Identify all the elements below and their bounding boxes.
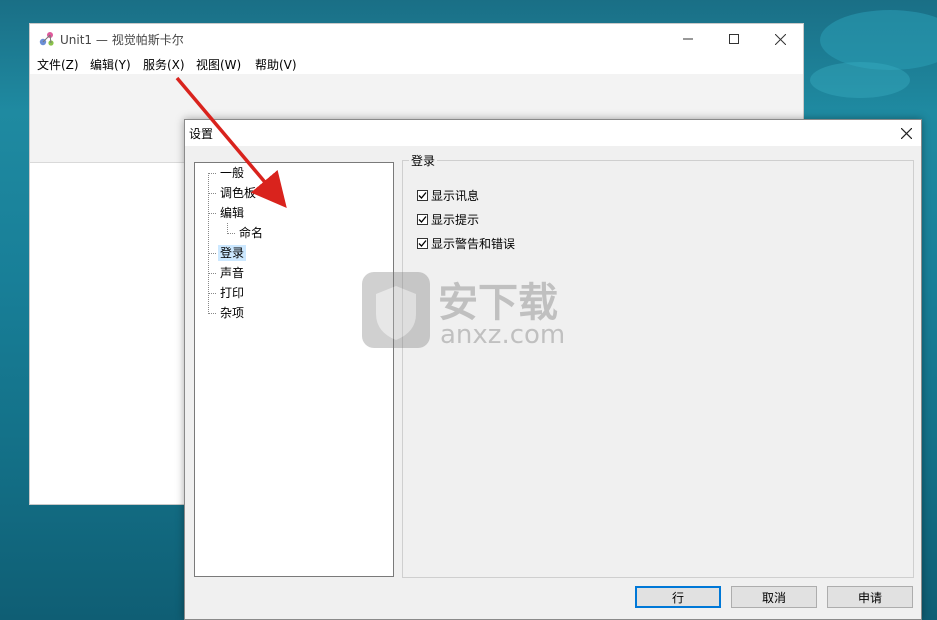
checkbox-box[interactable] <box>417 238 428 249</box>
tree-connector <box>208 173 216 174</box>
close-icon <box>774 33 786 45</box>
settings-dialog: 设置 一般 调色板 编辑 命名 登录 声音 打印 杂项 登录 显示讯息 显示提示… <box>184 119 922 620</box>
tree-item-edit[interactable]: 编辑 <box>218 205 246 221</box>
minimize-icon <box>683 38 693 40</box>
minimize-button[interactable] <box>665 24 711 54</box>
checkbox-label: 显示提示 <box>431 213 480 227</box>
dialog-close-button[interactable] <box>891 120 921 146</box>
checkbox-show-messages[interactable]: 显示讯息 <box>417 187 479 204</box>
tree-connector <box>208 193 216 194</box>
checkbox-show-warnings-errors[interactable]: 显示警告和错误 <box>417 235 515 252</box>
tree-connector <box>208 293 216 294</box>
checkmark-icon <box>418 240 427 247</box>
tree-item-misc[interactable]: 杂项 <box>218 305 246 321</box>
checkmark-icon <box>418 192 427 199</box>
checkbox-show-hints[interactable]: 显示提示 <box>417 211 479 228</box>
checkmark-icon <box>418 216 427 223</box>
settings-tree[interactable]: 一般 调色板 编辑 命名 登录 声音 打印 杂项 <box>194 162 394 577</box>
window-title: Unit1 — 视觉帕斯卡尔 <box>60 33 184 47</box>
tree-item-general[interactable]: 一般 <box>218 165 246 181</box>
tree-connector <box>208 253 216 254</box>
menu-bar: 文件(Z) 编辑(Y) 服务(X) 视图(W) 帮助(V) <box>30 54 803 74</box>
cancel-button[interactable]: 取消 <box>731 586 817 608</box>
tree-item-login[interactable]: 登录 <box>218 245 247 261</box>
tree-item-naming[interactable]: 命名 <box>237 225 265 241</box>
menu-view[interactable]: 视图(W) <box>196 56 241 73</box>
menu-service[interactable]: 服务(X) <box>143 56 185 73</box>
close-icon <box>900 127 912 139</box>
close-button[interactable] <box>757 24 803 54</box>
main-titlebar[interactable]: Unit1 — 视觉帕斯卡尔 <box>30 24 803 54</box>
tree-item-palette[interactable]: 调色板 <box>218 185 258 201</box>
dialog-titlebar[interactable]: 设置 <box>185 120 921 146</box>
checkbox-box[interactable] <box>417 214 428 225</box>
tree-connector <box>208 313 216 314</box>
checkbox-label: 显示警告和错误 <box>431 237 516 251</box>
tree-connector <box>208 273 216 274</box>
checkbox-label: 显示讯息 <box>431 189 480 203</box>
dialog-title: 设置 <box>189 127 214 141</box>
checkbox-box[interactable] <box>417 190 428 201</box>
ok-button[interactable]: 行 <box>635 586 721 608</box>
menu-help[interactable]: 帮助(V) <box>255 56 297 73</box>
tree-connector <box>227 233 235 234</box>
tree-item-print[interactable]: 打印 <box>218 285 246 301</box>
apply-button[interactable]: 申请 <box>827 586 913 608</box>
menu-edit[interactable]: 编辑(Y) <box>90 56 131 73</box>
maximize-icon <box>729 34 739 44</box>
groupbox-title: 登录 <box>409 152 438 169</box>
tree-item-sound[interactable]: 声音 <box>218 265 246 281</box>
menu-file[interactable]: 文件(Z) <box>37 56 79 73</box>
tree-connector <box>208 213 216 214</box>
login-groupbox: 登录 显示讯息 显示提示 显示警告和错误 <box>402 152 914 578</box>
molecule-app-icon <box>39 32 54 46</box>
maximize-button[interactable] <box>711 24 757 54</box>
